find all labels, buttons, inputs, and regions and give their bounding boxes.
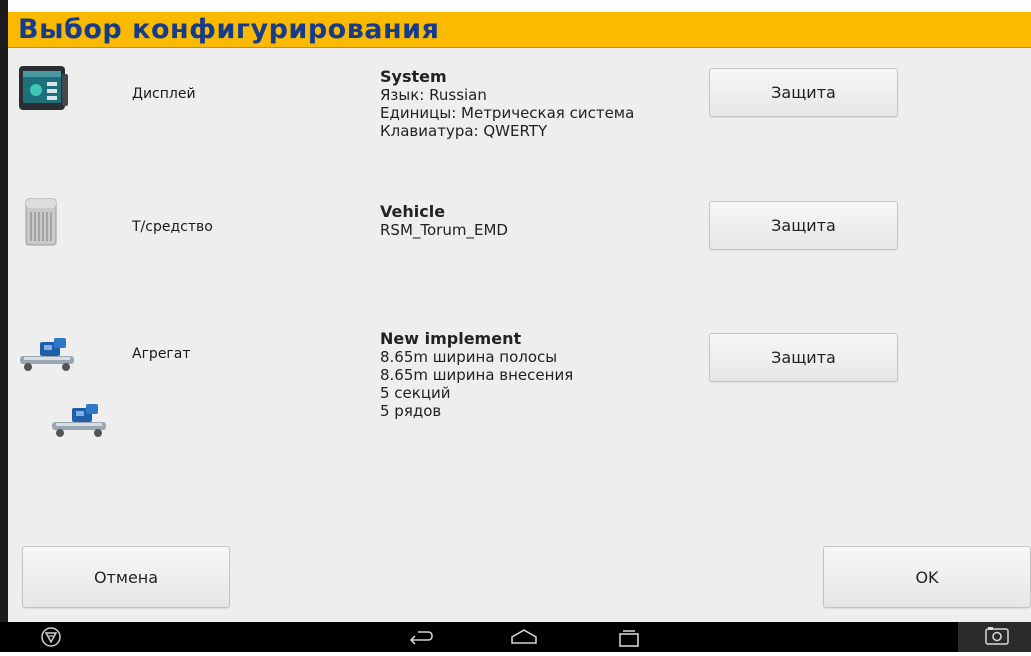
ok-button[interactable]: OK xyxy=(823,546,1031,608)
implement-rows: 5 рядов xyxy=(380,402,442,420)
system-keyboard: Клавиатура: QWERTY xyxy=(380,122,548,140)
vehicle-heading: Vehicle xyxy=(380,202,446,221)
implement-icon-secondary xyxy=(50,400,108,444)
row-label-display: Дисплей xyxy=(132,86,196,102)
title-bar: Выбор конфигурирования xyxy=(8,12,1031,48)
system-lock-button[interactable]: Защита xyxy=(709,68,898,117)
page-title: Выбор конфигурирования xyxy=(18,14,440,45)
system-units: Единицы: Метрическая система xyxy=(380,104,635,122)
top-strip xyxy=(8,0,1031,12)
vehicle-name: RSM_Torum_EMD xyxy=(380,221,508,239)
implement-heading: New implement xyxy=(380,329,522,348)
vehicle-lock-button[interactable]: Защита xyxy=(709,201,898,250)
system-nav-bar xyxy=(0,622,1031,652)
recent-apps-icon[interactable] xyxy=(616,628,642,652)
vehicle-icon xyxy=(24,196,60,252)
cancel-button[interactable]: Отмена xyxy=(22,546,230,608)
app-logo-icon[interactable] xyxy=(40,626,62,652)
display-icon xyxy=(18,64,70,118)
screenshot-icon[interactable] xyxy=(958,622,1031,656)
back-icon[interactable] xyxy=(408,628,434,652)
home-icon[interactable] xyxy=(509,627,539,651)
implement-application-width: 8.65m ширина внесения xyxy=(380,366,574,384)
implement-swath-width: 8.65m ширина полосы xyxy=(380,348,558,366)
system-info: System Язык: Russian Единицы: Метрическа… xyxy=(380,67,635,141)
implement-lock-button[interactable]: Защита xyxy=(709,333,898,382)
implement-info: New implement 8.65m ширина полосы 8.65m … xyxy=(380,329,574,421)
row-label-implement: Агрегат xyxy=(132,346,191,362)
implement-icon xyxy=(18,334,76,378)
vehicle-info: Vehicle RSM_Torum_EMD xyxy=(380,202,508,240)
config-list: Дисплей System Язык: Russian Единицы: Ме… xyxy=(8,48,1031,608)
system-language: Язык: Russian xyxy=(380,86,487,104)
system-heading: System xyxy=(380,67,447,86)
row-label-vehicle: Т/средство xyxy=(132,219,213,235)
implement-sections: 5 секций xyxy=(380,384,451,402)
